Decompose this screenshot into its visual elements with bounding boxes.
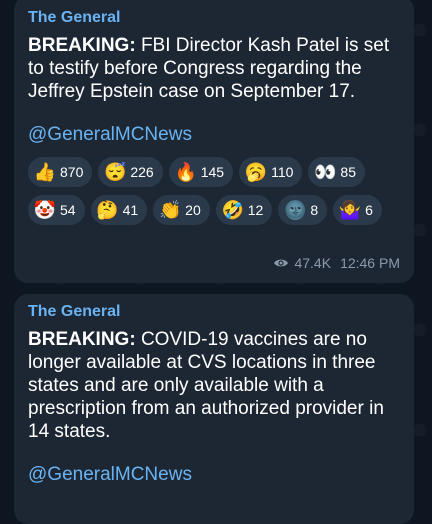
channel-link[interactable]: @GeneralMCNews — [28, 463, 402, 487]
message-time: 12:46 PM — [340, 255, 400, 271]
reaction-count: 12 — [247, 202, 264, 218]
message-bubble[interactable]: The General BREAKING: COVID-19 vaccines … — [14, 294, 414, 524]
rofl-face-icon: 🤣 — [221, 200, 244, 220]
eyes-icon: 👀 — [314, 162, 337, 182]
channel-link[interactable]: @GeneralMCNews — [28, 123, 402, 147]
message-lead: BREAKING: — [28, 329, 136, 350]
view-count: 47.4K — [294, 255, 332, 271]
reaction-shrug[interactable]: 🤷‍♀️ 6 — [333, 195, 382, 225]
clown-face-icon: 🤡 — [33, 200, 57, 220]
message-text: BREAKING: FBI Director Kash Patel is set… — [28, 34, 402, 103]
reaction-thumbs-up[interactable]: 👍 870 — [28, 157, 93, 187]
message-lead: BREAKING: — [28, 35, 136, 56]
reaction-sleeping[interactable]: 😴 226 — [98, 157, 163, 187]
reaction-new-moon-face[interactable]: 🌚 8 — [278, 195, 328, 225]
reaction-count: 54 — [60, 202, 76, 218]
reaction-count: 41 — [122, 202, 139, 218]
eye-icon — [274, 259, 289, 267]
reaction-eyes[interactable]: 👀 85 — [308, 157, 365, 187]
reaction-yawning[interactable]: 🥱 110 — [239, 157, 303, 187]
message-bubble[interactable]: The General BREAKING: FBI Director Kash … — [14, 0, 414, 283]
reaction-fire[interactable]: 🔥 145 — [168, 157, 234, 187]
message-text: BREAKING: COVID-19 vaccines are no longe… — [28, 328, 402, 443]
reaction-count: 20 — [185, 202, 201, 218]
woman-shrugging-icon: 🤷‍♀️ — [338, 200, 362, 220]
thumbs-up-icon: 👍 — [33, 162, 57, 182]
message-author[interactable]: The General — [28, 8, 402, 28]
thinking-face-icon: 🤔 — [96, 200, 119, 220]
fire-icon: 🔥 — [174, 162, 197, 182]
message-author[interactable]: The General — [28, 302, 402, 322]
reaction-clown[interactable]: 🤡 54 — [28, 195, 85, 225]
reactions-bar: 👍 870 😴 226 🔥 145 🥱 110 👀 85 🤡 54 🤔 41 👏 20 🤣 12 … — [28, 157, 388, 225]
reaction-clapping[interactable]: 👏 20 — [153, 195, 210, 225]
sleeping-face-icon: 😴 — [104, 162, 127, 182]
reaction-rofl[interactable]: 🤣 12 — [215, 195, 273, 225]
reaction-count: 85 — [340, 164, 356, 180]
reaction-count: 145 — [200, 164, 225, 180]
reaction-count: 870 — [60, 164, 84, 180]
reaction-count: 226 — [130, 164, 154, 180]
message-meta: 47.4K 12:46 PM — [273, 255, 400, 271]
reaction-count: 6 — [365, 202, 373, 218]
clapping-hands-icon: 👏 — [158, 200, 182, 220]
yawning-face-icon: 🥱 — [244, 162, 268, 182]
reaction-thinking[interactable]: 🤔 41 — [90, 195, 148, 225]
reaction-count: 8 — [310, 202, 319, 218]
new-moon-face-icon: 🌚 — [284, 200, 307, 220]
reaction-count: 110 — [271, 164, 294, 180]
